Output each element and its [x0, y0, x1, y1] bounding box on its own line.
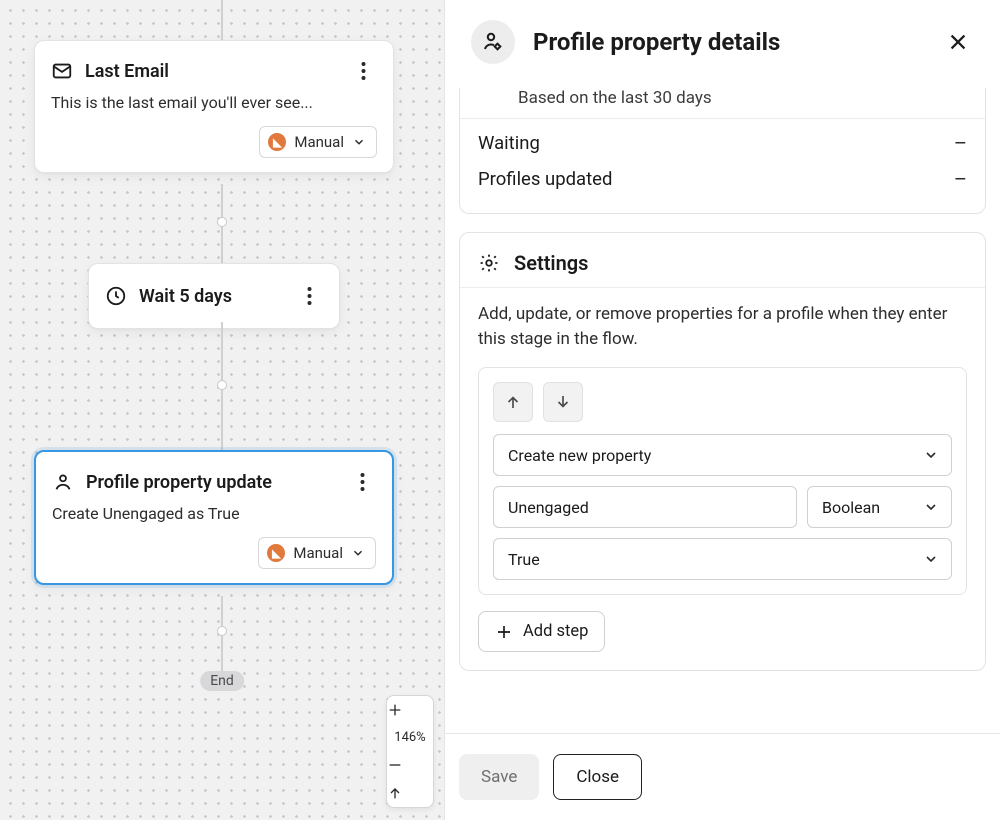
property-step: Create new property Unengaged Boolean: [478, 367, 967, 595]
zoom-in-button[interactable]: [387, 696, 433, 724]
node-title: Profile property update: [86, 472, 336, 493]
chevron-down-icon: [351, 546, 365, 560]
property-type-select[interactable]: Boolean: [807, 486, 952, 528]
action-select[interactable]: Create new property: [493, 434, 952, 476]
panel-footer: Save Close: [445, 733, 1000, 820]
chevron-down-icon: [923, 551, 939, 567]
stat-row-updated: Profiles updated –: [478, 161, 967, 197]
flow-node-wait[interactable]: Wait 5 days: [88, 263, 340, 329]
property-name-input[interactable]: Unengaged: [493, 486, 797, 528]
connector-node[interactable]: [217, 380, 227, 390]
flow-end-badge: End: [200, 671, 244, 691]
move-step-up-button[interactable]: [493, 382, 533, 422]
settings-card: Settings Add, update, or remove properti…: [459, 232, 986, 671]
settings-heading: Settings: [514, 251, 588, 275]
connector-node[interactable]: [217, 217, 227, 227]
status-label: Manual: [293, 544, 343, 562]
plus-icon: [495, 623, 513, 641]
settings-description: Add, update, or remove properties for a …: [460, 288, 985, 367]
stat-value: –: [954, 131, 967, 155]
zoom-control: 146%: [386, 695, 434, 808]
chevron-down-icon: [923, 447, 939, 463]
zoom-out-button[interactable]: [387, 751, 433, 779]
status-label: Manual: [294, 133, 344, 151]
move-step-down-button[interactable]: [543, 382, 583, 422]
node-body: This is the last email you'll ever see..…: [35, 93, 393, 126]
zoom-reset-button[interactable]: [387, 779, 433, 807]
add-step-button[interactable]: Add step: [478, 611, 605, 652]
chevron-down-icon: [923, 499, 939, 515]
save-button[interactable]: Save: [459, 754, 539, 800]
node-title: Last Email: [85, 61, 337, 82]
side-panel: Profile property details Based on the la…: [444, 0, 1000, 820]
property-value: True: [508, 550, 540, 569]
klaviyo-icon: ◣: [268, 133, 286, 151]
flow-node-email[interactable]: Last Email This is the last email you'll…: [34, 40, 394, 173]
panel-body[interactable]: Based on the last 30 days Waiting – Prof…: [445, 88, 1000, 733]
status-dropdown[interactable]: ◣ Manual: [258, 537, 376, 569]
stat-row-waiting: Waiting –: [478, 125, 967, 161]
person-icon: [52, 471, 74, 493]
clock-icon: [105, 285, 127, 307]
profile-icon: [471, 20, 515, 64]
klaviyo-icon: ◣: [267, 544, 285, 562]
zoom-value: 146%: [387, 724, 433, 751]
analytics-subtext: Based on the last 30 days: [460, 88, 985, 118]
node-title: Wait 5 days: [139, 286, 283, 307]
panel-header: Profile property details: [445, 0, 1000, 88]
node-menu-button[interactable]: [349, 57, 377, 85]
flow-node-profile-update[interactable]: Profile property update Create Unengaged…: [34, 450, 394, 585]
chevron-down-icon: [352, 135, 366, 149]
panel-title: Profile property details: [533, 28, 924, 56]
node-body: Create Unengaged as True: [36, 504, 392, 537]
action-select-value: Create new property: [508, 446, 651, 465]
stat-value: –: [954, 167, 967, 191]
status-dropdown[interactable]: ◣ Manual: [259, 126, 377, 158]
stat-label: Profiles updated: [478, 168, 612, 190]
mail-icon: [51, 60, 73, 82]
property-type-value: Boolean: [822, 498, 880, 517]
connector-node[interactable]: [217, 626, 227, 636]
stat-label: Waiting: [478, 132, 540, 154]
flow-canvas[interactable]: Last Email This is the last email you'll…: [0, 0, 444, 820]
close-panel-button[interactable]: Close: [553, 754, 642, 800]
close-button[interactable]: [942, 26, 974, 58]
property-name-value: Unengaged: [508, 498, 589, 517]
node-menu-button[interactable]: [295, 282, 323, 310]
gear-icon: [478, 252, 500, 274]
analytics-card: Based on the last 30 days Waiting – Prof…: [459, 88, 986, 214]
add-step-label: Add step: [523, 622, 588, 641]
property-value-select[interactable]: True: [493, 538, 952, 580]
node-menu-button[interactable]: [348, 468, 376, 496]
